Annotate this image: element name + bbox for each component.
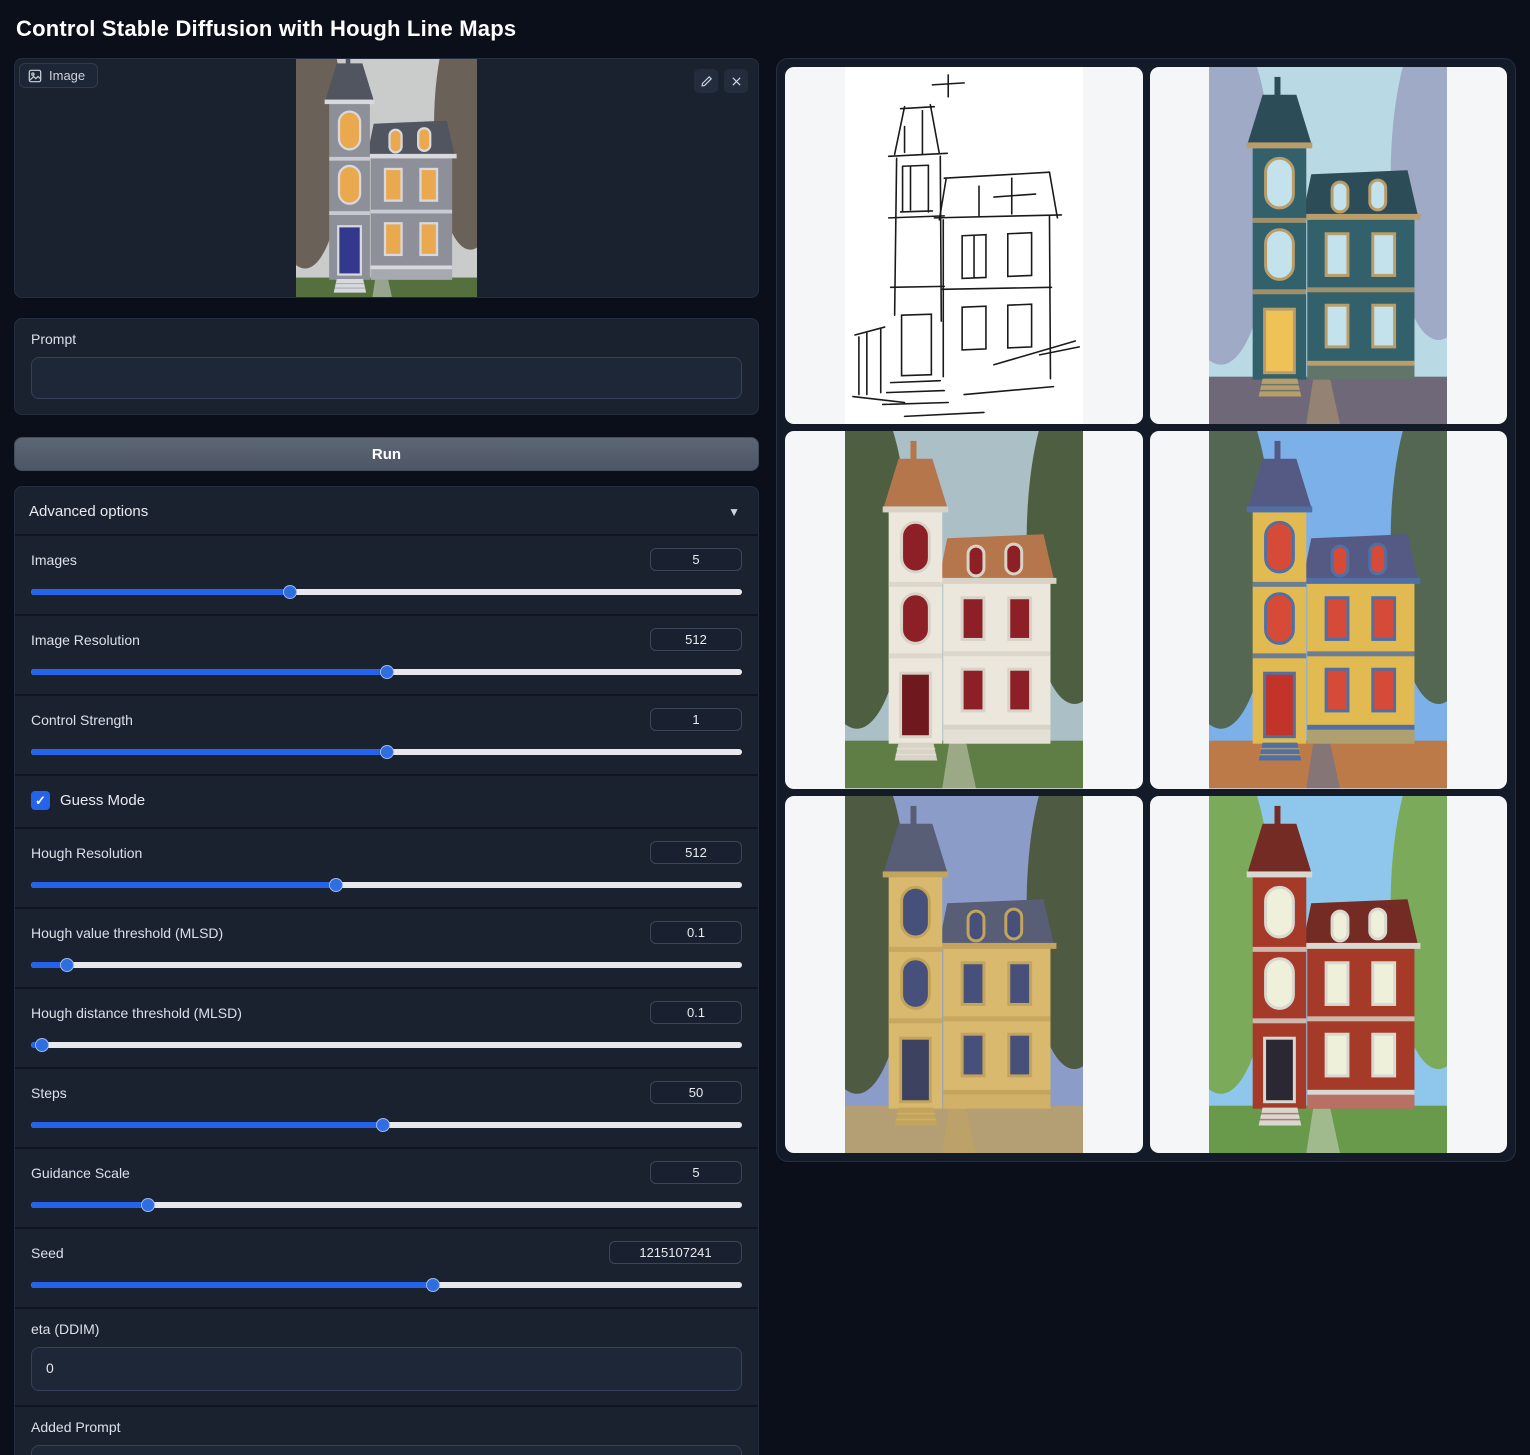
image-resolution-label: Image Resolution	[31, 632, 140, 648]
control-strength-value[interactable]: 1	[650, 708, 742, 731]
control-strength-slider[interactable]	[31, 744, 742, 760]
steps-row: Steps 50	[15, 1067, 758, 1147]
added-prompt-row: Added Prompt	[15, 1405, 758, 1455]
slider-handle[interactable]	[35, 1038, 49, 1052]
house-illustration	[296, 59, 477, 297]
result-painting-gold-house[interactable]	[785, 796, 1143, 1153]
steps-value[interactable]: 50	[650, 1081, 742, 1104]
slider-handle[interactable]	[141, 1198, 155, 1212]
result-painting-white-house[interactable]	[785, 431, 1143, 788]
image-input[interactable]: Image	[14, 58, 759, 298]
hough-resolution-row: Hough Resolution 512	[15, 827, 758, 907]
house-illustration	[1209, 796, 1447, 1153]
house-illustration	[1209, 67, 1447, 424]
image-actions	[694, 69, 748, 93]
checkbox-checked-icon[interactable]: ✓	[31, 791, 50, 810]
hough-distance-threshold-slider[interactable]	[31, 1037, 742, 1053]
eta-ddim-input[interactable]: 0	[31, 1347, 742, 1391]
slider-handle[interactable]	[426, 1278, 440, 1292]
input-image-preview[interactable]	[296, 59, 477, 297]
hough-distance-threshold-value[interactable]: 0.1	[650, 1001, 742, 1024]
guidance-scale-row: Guidance Scale 5	[15, 1147, 758, 1227]
run-button[interactable]: Run	[14, 437, 759, 471]
hough-value-threshold-value[interactable]: 0.1	[650, 921, 742, 944]
house-illustration	[1209, 431, 1447, 788]
steps-label: Steps	[31, 1085, 67, 1101]
hough-value-threshold-label: Hough value threshold (MLSD)	[31, 925, 223, 941]
added-prompt-label: Added Prompt	[31, 1419, 742, 1435]
advanced-options-title: Advanced options	[29, 503, 148, 520]
result-painting-teal-house[interactable]	[1150, 67, 1508, 424]
result-hough-line-map[interactable]	[785, 67, 1143, 424]
slider-handle[interactable]	[380, 665, 394, 679]
image-icon	[28, 69, 42, 83]
result-painting-white-house-image	[845, 431, 1083, 788]
hough-distance-threshold-label: Hough distance threshold (MLSD)	[31, 1005, 242, 1021]
image-input-label: Image	[19, 63, 98, 88]
steps-slider[interactable]	[31, 1117, 742, 1133]
guidance-scale-label: Guidance Scale	[31, 1165, 130, 1181]
result-painting-red-house[interactable]	[1150, 796, 1508, 1153]
images-slider[interactable]	[31, 584, 742, 600]
seed-slider[interactable]	[31, 1277, 742, 1293]
guess-mode-row: ✓ Guess Mode	[15, 774, 758, 827]
guidance-scale-value[interactable]: 5	[650, 1161, 742, 1184]
pencil-icon	[700, 75, 713, 88]
slider-handle[interactable]	[60, 958, 74, 972]
slider-handle[interactable]	[376, 1118, 390, 1132]
hough-distance-threshold-row: Hough distance threshold (MLSD) 0.1	[15, 987, 758, 1067]
control-strength-label: Control Strength	[31, 712, 133, 728]
images-label: Images	[31, 552, 77, 568]
seed-label: Seed	[31, 1245, 64, 1261]
eta-ddim-row: eta (DDIM) 0	[15, 1307, 758, 1405]
images-value[interactable]: 5	[650, 548, 742, 571]
guess-mode-checkbox[interactable]: ✓ Guess Mode	[31, 788, 742, 813]
advanced-options-panel: Advanced options ▼ Images 5 Image Resoluti…	[14, 486, 759, 1455]
app: Control Stable Diffusion with Hough Line…	[0, 0, 1530, 1455]
advanced-options-header[interactable]: Advanced options ▼	[15, 487, 758, 534]
image-resolution-value[interactable]: 512	[650, 628, 742, 651]
eta-ddim-label: eta (DDIM)	[31, 1321, 742, 1337]
main-layout: Image	[14, 58, 1516, 1455]
house-illustration	[845, 431, 1083, 788]
image-resolution-row: Image Resolution 512	[15, 614, 758, 694]
slider-handle[interactable]	[283, 585, 297, 599]
result-painting-teal-house-image	[1209, 67, 1447, 424]
edit-image-button[interactable]	[694, 69, 718, 93]
image-resolution-slider[interactable]	[31, 664, 742, 680]
result-painting-yellow-house-image	[1209, 431, 1447, 788]
result-gallery	[776, 58, 1516, 1162]
hough-line-map-illustration	[845, 67, 1083, 424]
results-column	[776, 58, 1516, 1162]
seed-value[interactable]: 1215107241	[609, 1241, 742, 1264]
slider-handle[interactable]	[380, 745, 394, 759]
control-strength-row: Control Strength 1	[15, 694, 758, 774]
clear-image-button[interactable]	[724, 69, 748, 93]
hough-value-threshold-slider[interactable]	[31, 957, 742, 973]
result-painting-gold-house-image	[845, 796, 1083, 1153]
hough-resolution-slider[interactable]	[31, 877, 742, 893]
guess-mode-label: Guess Mode	[60, 792, 145, 809]
close-icon	[730, 75, 743, 88]
slider-handle[interactable]	[329, 878, 343, 892]
advanced-options-form: Images 5 Image Resolution 512 Control Streng…	[15, 534, 758, 1455]
hough-resolution-label: Hough Resolution	[31, 845, 142, 861]
result-painting-yellow-house[interactable]	[1150, 431, 1508, 788]
result-painting-red-house-image	[1209, 796, 1447, 1153]
prompt-label: Prompt	[31, 331, 742, 347]
prompt-field: Prompt	[14, 318, 759, 415]
result-hough-line-map-image	[845, 67, 1083, 424]
image-input-label-text: Image	[49, 68, 85, 83]
house-illustration	[845, 796, 1083, 1153]
images-row: Images 5	[15, 534, 758, 614]
collapse-caret-icon: ▼	[728, 505, 740, 519]
hough-resolution-value[interactable]: 512	[650, 841, 742, 864]
controls-column: Image	[14, 58, 759, 1455]
page-title: Control Stable Diffusion with Hough Line…	[16, 16, 1516, 42]
prompt-input[interactable]	[31, 357, 742, 399]
hough-value-threshold-row: Hough value threshold (MLSD) 0.1	[15, 907, 758, 987]
added-prompt-input[interactable]	[31, 1445, 742, 1455]
seed-row: Seed 1215107241	[15, 1227, 758, 1307]
guidance-scale-slider[interactable]	[31, 1197, 742, 1213]
